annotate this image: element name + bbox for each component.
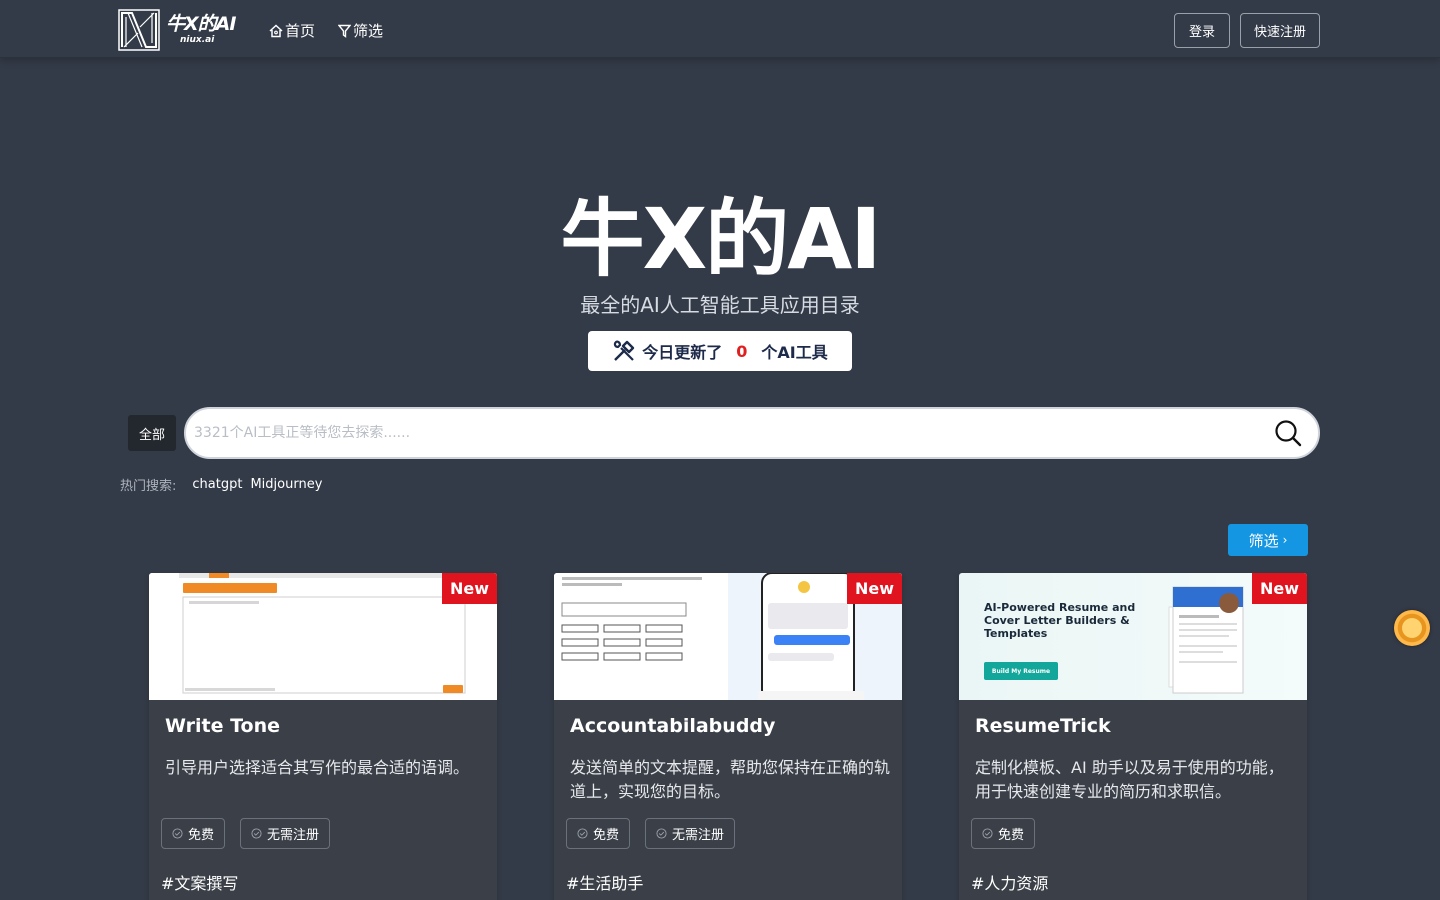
hero-title: 牛X的AI	[560, 190, 881, 288]
tool-card[interactable]: AI-Powered Resume and Cover Letter Build…	[959, 573, 1307, 900]
tool-title[interactable]: Accountabilabuddy	[570, 715, 775, 737]
tag-label: 免费	[593, 828, 620, 843]
tool-title[interactable]: ResumeTrick	[975, 715, 1111, 737]
tool-tags: 免费 无需注册	[161, 818, 331, 849]
new-badge: New	[442, 573, 497, 604]
update-count: 0	[736, 341, 748, 361]
tag-free: 免费	[161, 818, 226, 849]
tool-tags: 免费	[971, 818, 1036, 849]
tool-category[interactable]: #人力资源	[971, 870, 1048, 894]
tool-category[interactable]: #生活助手	[566, 870, 643, 894]
tool-tags: 免费 无需注册	[566, 818, 736, 849]
tool-card[interactable]: New Accountabilabuddy 发送简单的文本提醒，帮助您保持在正确…	[554, 573, 902, 900]
logo-subtitle: niux.ai	[180, 35, 215, 45]
check-circle-icon	[172, 828, 183, 839]
filter-button[interactable]: 筛选 ›	[1228, 524, 1308, 556]
tag-label: 无需注册	[267, 828, 320, 843]
tools-icon	[614, 340, 635, 361]
home-icon	[269, 23, 283, 37]
filter-icon	[338, 24, 351, 38]
new-badge: New	[847, 573, 902, 604]
hero-subtitle: 最全的AI人工智能工具应用目录	[580, 293, 860, 317]
update-suffix: 个AI工具	[761, 343, 828, 362]
register-button[interactable]: 快速注册	[1240, 13, 1320, 48]
tag-label: 免费	[998, 828, 1025, 843]
check-circle-icon	[251, 828, 262, 839]
check-circle-icon	[982, 828, 993, 839]
nav-filter-label: 筛选	[353, 22, 384, 40]
tag-no-register: 无需注册	[645, 818, 736, 849]
chevron-right-icon: ›	[1282, 533, 1288, 547]
search-input[interactable]	[194, 409, 1254, 457]
search-bar	[184, 407, 1320, 459]
tool-card[interactable]: New Write Tone 引导用户选择适合其写作的最合适的语调。 免费 无需…	[149, 573, 497, 900]
tag-free: 免费	[566, 818, 631, 849]
tag-free: 免费	[971, 818, 1036, 849]
check-circle-icon	[656, 828, 667, 839]
nav-home-label: 首页	[285, 22, 316, 40]
tag-label: 免费	[188, 828, 215, 843]
nav-home-link[interactable]: 首页	[269, 20, 315, 41]
new-badge: New	[1252, 573, 1307, 604]
logo-title: 牛X的AI	[166, 13, 236, 35]
tag-label: 无需注册	[672, 828, 725, 843]
tag-no-register: 无需注册	[240, 818, 331, 849]
update-prefix: 今日更新了	[642, 343, 723, 362]
filter-button-label: 筛选	[1248, 531, 1279, 550]
logo[interactable]: 牛X的AI niux.ai	[118, 9, 243, 51]
search-icon[interactable]	[1274, 419, 1302, 447]
hot-searches: 热门搜索: chatgpt Midjourney	[120, 475, 322, 494]
check-circle-icon	[577, 828, 588, 839]
floating-badge-icon[interactable]	[1394, 610, 1430, 646]
hot-search-item[interactable]: chatgpt	[192, 477, 242, 492]
logo-icon	[118, 9, 160, 51]
tool-title[interactable]: Write Tone	[165, 715, 280, 737]
search-category-select[interactable]: 全部	[128, 415, 176, 451]
tool-description: 发送简单的文本提醒，帮助您保持在正确的轨道上，实现您的目标。	[570, 758, 891, 801]
hot-search-item[interactable]: Midjourney	[250, 477, 322, 492]
tool-description: 引导用户选择适合其写作的最合适的语调。	[165, 758, 470, 777]
nav-filter-link[interactable]: 筛选	[338, 20, 383, 41]
thumb-headline: AI-Powered Resume and Cover Letter Build…	[984, 601, 1136, 640]
thumb-cta: Build My Resume	[984, 662, 1058, 680]
top-nav: 牛X的AI niux.ai 首页 筛选 登录 快速注册	[0, 0, 1440, 58]
login-button[interactable]: 登录	[1174, 13, 1230, 48]
hot-search-label: 热门搜索:	[120, 479, 177, 494]
tool-description: 定制化模板、AI 助手以及易于使用的功能，用于快速创建专业的简历和求职信。	[975, 758, 1284, 801]
tool-category[interactable]: #文案撰写	[161, 870, 238, 894]
daily-update-banner[interactable]: 今日更新了 0 个AI工具	[588, 331, 852, 371]
